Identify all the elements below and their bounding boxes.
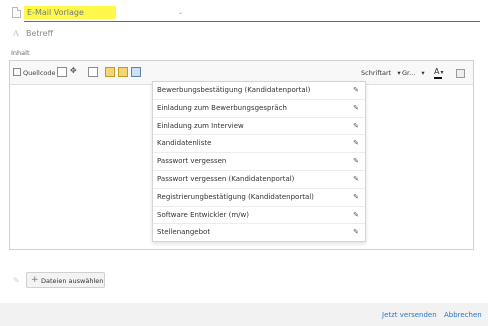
size-dropdown[interactable]: Gr... ▾ <box>402 67 425 79</box>
color-bar <box>434 77 442 79</box>
text-color-button[interactable]: A ▾ <box>434 66 444 79</box>
chevron-down-icon: ▾ <box>421 69 425 77</box>
template-input[interactable]: E-Mail Vorlage ⌄ <box>24 5 480 22</box>
edit-icon[interactable]: ✎ <box>353 193 359 201</box>
cancel-button[interactable]: Abbrechen <box>444 311 482 319</box>
template-option[interactable]: Stellenangebot ✎ <box>153 224 365 242</box>
paste-text-icon[interactable] <box>118 67 128 77</box>
size-label: Gr... <box>402 69 416 77</box>
template-option[interactable]: Passwort vergessen (Kandidatenportal) ✎ <box>153 171 365 189</box>
paperclip-icon: ✎ <box>13 276 20 285</box>
template-option-label: Passwort vergessen (Kandidatenportal) <box>157 174 295 183</box>
template-option-label: Kandidatenliste <box>157 139 212 148</box>
template-option-label: Bewerbungsbestätigung (Kandidatenportal) <box>157 86 311 94</box>
template-dropdown: Bewerbungsbestätigung (Kandidatenportal)… <box>152 81 366 242</box>
font-label: Schriftart <box>361 69 392 77</box>
template-option-label: Einladung zum Bewerbungsgespräch <box>157 103 287 112</box>
template-option[interactable]: Software Entwickler (m/w) ✎ <box>153 207 365 225</box>
subject-field[interactable]: A Betreff <box>10 27 470 41</box>
new-page-icon[interactable] <box>88 67 98 77</box>
source-label: Quellcode <box>23 69 56 77</box>
chevron-down-icon: ▾ <box>440 69 444 76</box>
rich-text-editor[interactable]: Quellcode ✥ Schriftart ▾ Gr... ▾ A ▾ Bewe… <box>9 60 474 250</box>
template-option[interactable]: Einladung zum Interview ✎ <box>153 118 365 136</box>
template-option[interactable]: Passwort vergessen ✎ <box>153 153 365 171</box>
edit-icon[interactable]: ✎ <box>353 211 359 219</box>
edit-icon[interactable]: ✎ <box>353 86 359 94</box>
select-files-label: Dateien auswählen <box>41 277 104 285</box>
template-placeholder: E-Mail Vorlage <box>27 8 84 17</box>
template-option[interactable]: Einladung zum Bewerbungsgespräch ✎ <box>153 100 365 118</box>
edit-icon[interactable]: ✎ <box>353 228 359 236</box>
source-icon <box>13 68 21 76</box>
edit-icon[interactable]: ✎ <box>353 139 359 147</box>
send-now-button[interactable]: Jetzt versenden <box>382 311 437 319</box>
document-icon <box>12 7 21 18</box>
template-option[interactable]: Registrierungbestätigung (Kandidatenport… <box>153 189 365 207</box>
template-option-label: Software Entwickler (m/w) <box>157 210 249 219</box>
plus-icon: + <box>31 275 39 285</box>
maximize-icon[interactable]: ✥ <box>70 67 80 77</box>
text-icon: A <box>13 29 19 38</box>
email-compose-dialog: E-Mail Vorlage ⌄ A Betreff Inhalt Quellc… <box>0 0 488 326</box>
save-icon[interactable] <box>57 67 67 77</box>
template-option[interactable]: Kandidatenliste ✎ <box>153 135 365 154</box>
source-button[interactable]: Quellcode <box>13 67 56 79</box>
template-option-label: Registrierungbestätigung (Kandidatenport… <box>157 192 314 201</box>
font-dropdown[interactable]: Schriftart ▾ <box>361 67 401 79</box>
template-option-label: Passwort vergessen <box>157 157 227 166</box>
select-files-button[interactable]: + Dateien auswählen <box>26 272 105 288</box>
subject-label: Betreff <box>26 29 54 38</box>
image-icon[interactable] <box>131 67 141 77</box>
content-label: Inhalt <box>11 49 30 57</box>
template-option-label: Einladung zum Interview <box>157 121 244 130</box>
chevron-down-icon: ▾ <box>397 69 401 77</box>
dialog-footer: Jetzt versenden Abbrechen <box>0 303 488 326</box>
edit-icon[interactable]: ✎ <box>353 104 359 112</box>
edit-icon[interactable]: ✎ <box>353 122 359 130</box>
template-option-label: Stellenangebot <box>157 228 211 237</box>
edit-icon[interactable]: ✎ <box>353 157 359 165</box>
bg-color-icon[interactable] <box>456 69 465 78</box>
template-selector[interactable]: E-Mail Vorlage ⌄ <box>10 5 480 22</box>
chevron-down-icon[interactable]: ⌄ <box>178 9 183 16</box>
template-option[interactable]: Bewerbungsbestätigung (Kandidatenportal)… <box>153 82 365 100</box>
edit-icon[interactable]: ✎ <box>353 175 359 183</box>
paste-icon[interactable] <box>105 67 115 77</box>
